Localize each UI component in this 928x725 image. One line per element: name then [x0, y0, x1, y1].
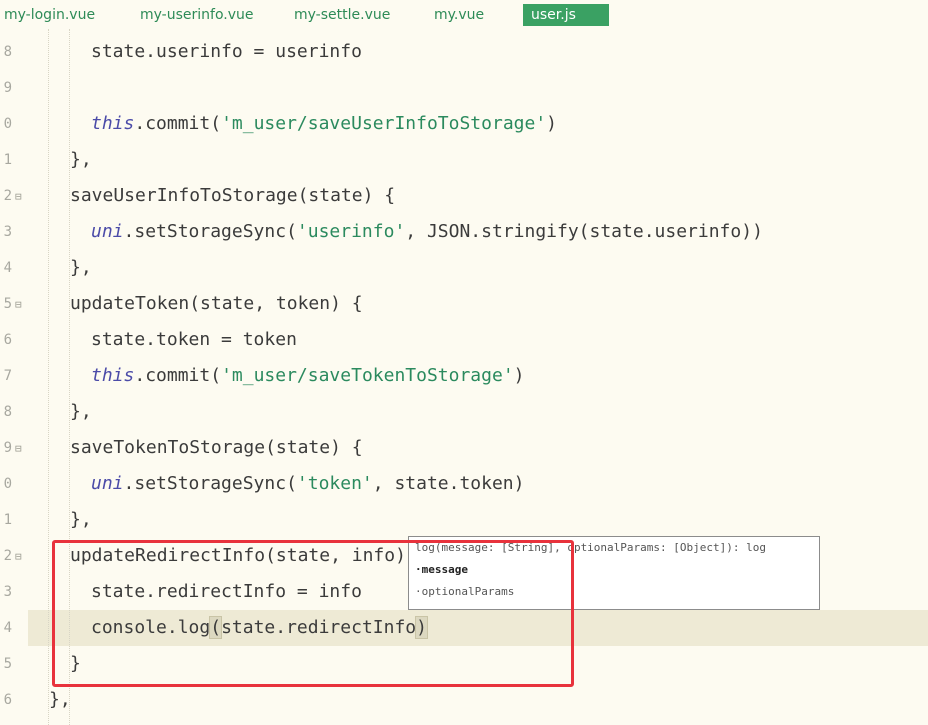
fold-marker-icon[interactable]: ⊟: [15, 550, 22, 563]
tab-my-settle-vue[interactable]: my-settle.vue: [294, 4, 390, 26]
code-line: this.commit('m_user/saveTokenToStorage'): [91, 358, 525, 394]
keyword-token: this: [91, 113, 135, 134]
line-number: 8: [3, 44, 12, 60]
code-line: updateToken(state, token) {: [70, 293, 363, 314]
line-number: 3: [3, 584, 12, 600]
string-token: 'userinfo': [296, 221, 406, 242]
line-number: 5: [3, 656, 12, 672]
tab-my-userinfo-vue[interactable]: my-userinfo.vue: [140, 4, 254, 26]
code-line: uni.setStorageSync('userinfo', JSON.stri…: [91, 214, 763, 250]
line-number: 3: [3, 224, 12, 240]
string-token: 'm_user/saveUserInfoToStorage': [221, 113, 547, 134]
line-number: 5: [3, 296, 12, 312]
keyword-token: this: [91, 365, 135, 386]
code-line: },: [70, 149, 92, 170]
tab-user-js[interactable]: user.js: [523, 4, 609, 26]
code-line: },: [70, 257, 92, 278]
tab-my-login-vue[interactable]: my-login.vue: [4, 4, 95, 26]
code-line: },: [49, 689, 71, 710]
keyword-token: uni: [91, 221, 124, 242]
code-token: .setStorageSync(: [123, 221, 297, 242]
tab-bar: my-login.vue my-userinfo.vue my-settle.v…: [0, 0, 928, 29]
code-token: .setStorageSync(: [123, 473, 297, 494]
code-token: .commit(: [134, 113, 222, 134]
code-line: saveUserInfoToStorage(state) {: [70, 185, 396, 206]
line-number: 9: [3, 440, 12, 456]
line-number: 0: [3, 116, 12, 132]
line-number: 6: [3, 692, 12, 708]
indent-guide: [48, 29, 49, 725]
line-number: 8: [3, 404, 12, 420]
code-token: ): [513, 365, 525, 386]
code-line: },: [70, 401, 92, 422]
line-number: 2: [3, 188, 12, 204]
line-number: 1: [3, 512, 12, 528]
keyword-token: uni: [91, 473, 124, 494]
code-line: },: [70, 509, 92, 530]
code-line: state.userinfo = userinfo: [91, 41, 362, 62]
line-number: 2: [3, 548, 12, 564]
fold-marker-icon[interactable]: ⊟: [15, 442, 22, 455]
code-token: , JSON.stringify(state.userinfo)): [405, 221, 763, 242]
code-token: ): [546, 113, 558, 134]
line-number: 4: [3, 620, 12, 636]
fold-marker-icon[interactable]: ⊟: [15, 298, 22, 311]
line-number: 9: [3, 80, 12, 96]
code-line: state.token = token: [91, 329, 297, 350]
fold-marker-icon[interactable]: ⊟: [15, 190, 22, 203]
string-token: 'token': [296, 473, 373, 494]
code-line: this.commit('m_user/saveUserInfoToStorag…: [91, 106, 557, 142]
line-number: 0: [3, 476, 12, 492]
code-line: saveTokenToStorage(state) {: [70, 437, 363, 458]
line-number: 6: [3, 332, 12, 348]
line-number: 4: [3, 260, 12, 276]
line-number: 1: [3, 152, 12, 168]
tab-my-vue[interactable]: my.vue: [434, 4, 484, 26]
code-line: uni.setStorageSync('token', state.token): [91, 466, 524, 502]
code-token: .commit(: [134, 365, 222, 386]
highlight-annotation-box: [52, 540, 574, 687]
code-token: , state.token): [372, 473, 525, 494]
string-token: 'm_user/saveTokenToStorage': [221, 365, 514, 386]
line-number: 7: [3, 368, 12, 384]
line-number-gutter: 8 9 0 1 2 ⊟ 3 4 5 ⊟ 6 7 8 9 ⊟ 0 1 2 ⊟ 3 …: [0, 29, 30, 725]
